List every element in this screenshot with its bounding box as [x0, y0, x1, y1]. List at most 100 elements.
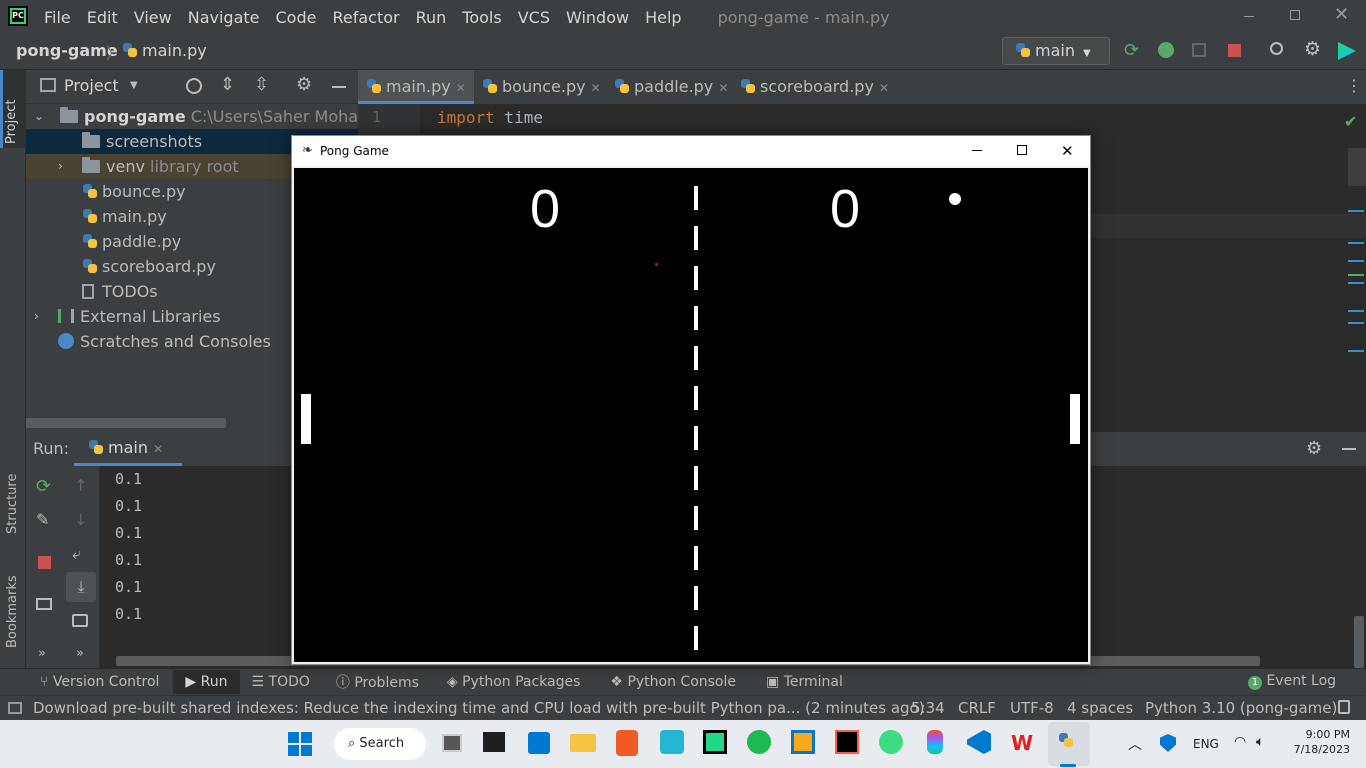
pycharm-app-icon[interactable]	[703, 730, 727, 754]
file-explorer-icon[interactable]	[570, 734, 596, 752]
soft-wrap-icon[interactable]: ⤶	[72, 544, 81, 564]
structure-tool-label[interactable]: Structure	[5, 458, 20, 534]
more-tabs-icon[interactable]: ⋮	[1346, 76, 1362, 95]
chevron-down-icon[interactable]: ▼	[130, 80, 138, 91]
menu-refactor[interactable]: Refactor	[332, 8, 399, 27]
tab-close-icon[interactable]: ✕	[153, 442, 163, 456]
task-view-icon[interactable]	[442, 734, 462, 752]
tool-tab-todo[interactable]: ☰ TODO	[252, 674, 310, 690]
stop-icon[interactable]	[38, 556, 51, 569]
clock[interactable]: 9:00 PM 7/18/2023	[1290, 728, 1350, 756]
rerun-icon[interactable]: ⟳	[1124, 40, 1139, 61]
search-icon[interactable]	[1270, 42, 1283, 55]
tab-scoreboard[interactable]: scoreboard.py ✕	[732, 70, 897, 104]
terminal-app-icon[interactable]	[483, 732, 505, 752]
vscode-icon[interactable]	[967, 730, 991, 754]
close-icon[interactable]: ✕	[1061, 136, 1074, 166]
speaker-icon[interactable]: 🔈︎	[1256, 734, 1264, 750]
security-shield-icon[interactable]	[1160, 734, 1176, 752]
layout-icon[interactable]	[36, 598, 52, 610]
android-studio-icon[interactable]	[879, 730, 903, 754]
windows-start-icon[interactable]	[288, 732, 312, 756]
menu-file[interactable]: File	[44, 8, 71, 27]
tool-tab-problems[interactable]: ⓘ Problems	[336, 672, 419, 692]
more-icon[interactable]: »	[38, 646, 46, 661]
python-interpreter[interactable]: Python 3.10 (pong-game)	[1145, 696, 1337, 721]
jetbrains-toolbox-icon[interactable]	[1338, 42, 1356, 60]
toggle-tool-windows-icon[interactable]	[8, 702, 22, 714]
tool-tab-python-console[interactable]: ❖ Python Console	[610, 674, 736, 690]
rerun-icon[interactable]: ⟳	[36, 476, 51, 497]
vertical-scrollbar[interactable]	[1354, 616, 1364, 668]
intellij-app-icon[interactable]	[835, 730, 859, 754]
restore-icon[interactable]	[1290, 10, 1300, 20]
bookmarks-tool-label[interactable]: Bookmarks	[5, 562, 20, 648]
tool-tab-run[interactable]: ▶ Run	[173, 670, 240, 694]
tab-close-icon[interactable]: ✕	[591, 81, 601, 95]
wifi-icon[interactable]: ◠	[1234, 734, 1246, 750]
debug-icon[interactable]	[1158, 42, 1174, 58]
close-icon[interactable]: ✕	[1334, 4, 1349, 25]
lock-icon[interactable]	[1338, 700, 1350, 714]
menu-view[interactable]: View	[134, 8, 172, 27]
stop-icon[interactable]	[1228, 44, 1241, 57]
game-canvas[interactable]: 0 0	[294, 168, 1088, 662]
print-icon[interactable]	[72, 614, 88, 627]
hide-panel-icon[interactable]	[1342, 448, 1356, 450]
bolt-app-icon[interactable]	[660, 730, 684, 754]
minimize-icon[interactable]	[1244, 16, 1254, 17]
menu-edit[interactable]: Edit	[87, 8, 118, 27]
hide-panel-icon[interactable]	[332, 86, 346, 88]
store-app-icon[interactable]	[528, 732, 550, 754]
brave-browser-icon[interactable]	[616, 730, 638, 756]
coverage-icon[interactable]	[1192, 43, 1206, 57]
indent-setting[interactable]: 4 spaces	[1067, 696, 1133, 721]
taskbar-search[interactable]: ⌕ Search	[334, 728, 426, 760]
breadcrumb-project[interactable]: pong-game	[16, 41, 118, 60]
locate-file-icon[interactable]	[186, 78, 202, 94]
down-arrow-icon[interactable]: ↓	[74, 510, 87, 529]
minimize-icon[interactable]	[972, 150, 982, 151]
tool-tab-python-packages[interactable]: ◈ Python Packages	[447, 674, 581, 690]
run-tab-main[interactable]: main ✕	[74, 432, 182, 466]
menu-code[interactable]: Code	[276, 8, 317, 27]
status-message[interactable]: Download pre-built shared indexes: Reduc…	[33, 696, 925, 721]
horizontal-scrollbar[interactable]	[26, 418, 226, 428]
tab-close-icon[interactable]: ✕	[456, 81, 466, 95]
pong-game-window[interactable]: ❧ Pong Game ✕ 0 0	[291, 135, 1091, 665]
tool-tab-terminal[interactable]: ▣ Terminal	[766, 674, 843, 690]
tab-close-icon[interactable]: ✕	[879, 81, 889, 95]
file-encoding[interactable]: UTF-8	[1010, 696, 1054, 721]
line-separator[interactable]: CRLF	[958, 696, 996, 721]
tab-bounce[interactable]: bounce.py ✕	[474, 70, 609, 104]
event-log-button[interactable]: 1 Event Log	[1248, 673, 1336, 690]
tree-item-root[interactable]: ⌄ pong-game C:\Users\Saher Mohamed	[26, 104, 394, 129]
menu-tools[interactable]: Tools	[462, 8, 501, 27]
menu-navigate[interactable]: Navigate	[188, 8, 260, 27]
tool-tab-version-control[interactable]: ⑂ Version Control	[40, 674, 159, 690]
collapse-all-icon[interactable]: ⇳	[254, 74, 269, 95]
run-settings-icon[interactable]: ⚙	[1306, 438, 1322, 459]
pong-title-bar[interactable]: ❧ Pong Game ✕	[292, 136, 1090, 166]
spotify-icon[interactable]	[747, 730, 771, 754]
figma-icon[interactable]	[927, 730, 943, 754]
caret-position[interactable]: 5:34	[911, 696, 945, 721]
run-config-select[interactable]: main ▼	[1002, 37, 1110, 65]
chevron-up-icon[interactable]: ︿	[1128, 734, 1142, 754]
expand-all-icon[interactable]: ⇕	[220, 74, 235, 95]
menu-help[interactable]: Help	[645, 8, 681, 27]
wrench-icon[interactable]: ✎	[36, 510, 49, 529]
tab-paddle[interactable]: paddle.py ✕	[606, 70, 736, 104]
more-icon[interactable]: »	[76, 646, 84, 661]
menu-window[interactable]: Window	[566, 8, 629, 27]
menu-vcs[interactable]: VCS	[518, 8, 550, 27]
tab-close-icon[interactable]: ✕	[718, 81, 728, 95]
wps-office-icon[interactable]: W	[1011, 732, 1037, 754]
breadcrumb-file[interactable]: main.py	[122, 41, 207, 60]
project-settings-icon[interactable]: ⚙	[296, 74, 312, 95]
up-arrow-icon[interactable]: ↑	[74, 476, 87, 495]
maximize-icon[interactable]	[1017, 145, 1027, 155]
app-icon[interactable]	[791, 730, 815, 754]
tab-main[interactable]: main.py ✕	[358, 70, 474, 104]
scrollbar-thumb[interactable]	[1348, 148, 1366, 186]
